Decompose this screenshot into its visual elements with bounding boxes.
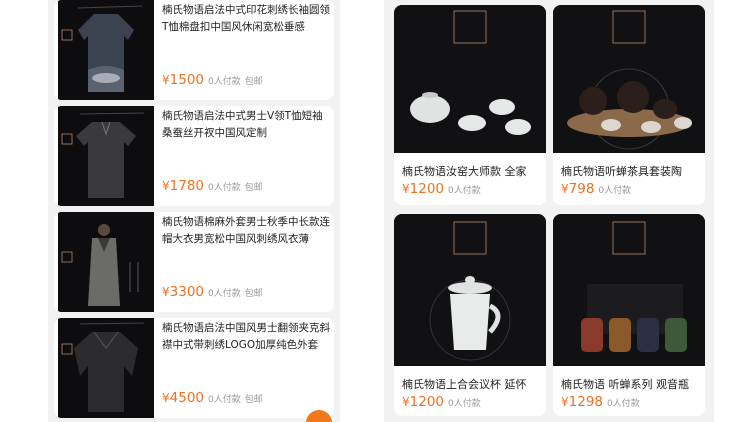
product-title[interactable]: 楠氏物语启法中式印花刺绣长袖圆领T恤棉盘扣中国风休闲宽松垂感 xyxy=(162,2,330,36)
price: ¥1200 xyxy=(402,394,444,410)
price: ¥1298 xyxy=(561,394,603,410)
list-item[interactable]: 楠氏物语启法中国风男士翻领夹克斜襟中式带刺绣LOGO加厚纯色外套 ¥4500 0… xyxy=(54,318,334,418)
list-item[interactable]: 楠氏物语棉麻外套男士秋季中长款连帽大衣男宽松中国风刺绣风衣薄 ¥3300 0人付… xyxy=(54,212,334,312)
price: ¥1500 xyxy=(162,72,204,88)
buyers-count: 0人付款 xyxy=(607,399,640,409)
price-row: ¥4500 0人付款 包邮 xyxy=(162,390,263,406)
product-image[interactable] xyxy=(58,318,154,418)
product-image[interactable] xyxy=(553,5,705,153)
shipping-label: 包邮 xyxy=(244,77,263,87)
page: 楠氏物语启法中式印花刺绣长袖圆领T恤棉盘扣中国风休闲宽松垂感 ¥1500 0人付… xyxy=(0,0,750,422)
shipping-label: 包邮 xyxy=(244,183,263,193)
grid-item[interactable]: 楠氏物语 听蝉系列 观音瓶 ¥1298 0人付款 xyxy=(553,214,705,416)
price: ¥1780 xyxy=(162,178,204,194)
grid-item[interactable]: 楠氏物语听蝉茶具套装陶 ¥798 0人付款 xyxy=(553,5,705,205)
grid-item[interactable]: 楠氏物语汝窑大师款 全家 ¥1200 0人付款 xyxy=(394,5,546,205)
price: ¥1200 xyxy=(402,181,444,197)
product-list-panel: 楠氏物语启法中式印花刺绣长袖圆领T恤棉盘扣中国风休闲宽松垂感 ¥1500 0人付… xyxy=(48,0,340,422)
product-image[interactable] xyxy=(394,214,546,366)
product-image[interactable] xyxy=(553,214,705,366)
price-row: ¥1200 0人付款 xyxy=(402,181,481,197)
product-image[interactable] xyxy=(58,0,154,100)
product-title[interactable]: 楠氏物语汝窑大师款 全家 xyxy=(402,163,542,179)
price-row: ¥798 0人付款 xyxy=(561,181,631,197)
buyers-count: 0人付款 xyxy=(598,186,632,196)
buyers-count: 0人付款 xyxy=(208,395,241,405)
price-row: ¥1298 0人付款 xyxy=(561,394,640,410)
list-item[interactable]: 楠氏物语启法中式男士V领T恤短袖桑蚕丝开衩中国风定制 ¥1780 0人付款 包邮 xyxy=(54,106,334,206)
buyers-count: 0人付款 xyxy=(208,289,241,299)
price: ¥4500 xyxy=(162,390,204,406)
list-item[interactable]: 楠氏物语启法中式印花刺绣长袖圆领T恤棉盘扣中国风休闲宽松垂感 ¥1500 0人付… xyxy=(54,0,334,100)
buyers-count: 0人付款 xyxy=(208,183,241,193)
price: ¥3300 xyxy=(162,284,204,300)
product-grid-panel: 楠氏物语汝窑大师款 全家 ¥1200 0人付款 楠氏物语听蝉茶具套装陶 ¥798… xyxy=(384,0,714,422)
product-title[interactable]: 楠氏物语启法中式男士V领T恤短袖桑蚕丝开衩中国风定制 xyxy=(162,108,330,142)
price-row: ¥1780 0人付款 包邮 xyxy=(162,178,263,194)
product-title[interactable]: 楠氏物语 听蝉系列 观音瓶 xyxy=(561,376,701,392)
shipping-label: 包邮 xyxy=(244,395,263,405)
product-title[interactable]: 楠氏物语启法中国风男士翻领夹克斜襟中式带刺绣LOGO加厚纯色外套 xyxy=(162,320,330,354)
buyers-count: 0人付款 xyxy=(448,186,481,196)
grid-item[interactable]: 楠氏物语上合会议杯 延怀 ¥1200 0人付款 xyxy=(394,214,546,416)
product-title[interactable]: 楠氏物语上合会议杯 延怀 xyxy=(402,376,542,392)
product-title[interactable]: 楠氏物语听蝉茶具套装陶 xyxy=(561,163,701,179)
price-row: ¥1200 0人付款 xyxy=(402,394,481,410)
product-image[interactable] xyxy=(58,212,154,312)
price: ¥798 xyxy=(561,181,595,197)
product-image[interactable] xyxy=(58,106,154,206)
shipping-label: 包邮 xyxy=(244,289,263,299)
buyers-count: 0人付款 xyxy=(448,399,481,409)
product-image[interactable] xyxy=(394,5,546,153)
price-row: ¥3300 0人付款 包邮 xyxy=(162,284,263,300)
price-row: ¥1500 0人付款 包邮 xyxy=(162,72,263,88)
buyers-count: 0人付款 xyxy=(208,77,241,87)
product-title[interactable]: 楠氏物语棉麻外套男士秋季中长款连帽大衣男宽松中国风刺绣风衣薄 xyxy=(162,214,330,248)
